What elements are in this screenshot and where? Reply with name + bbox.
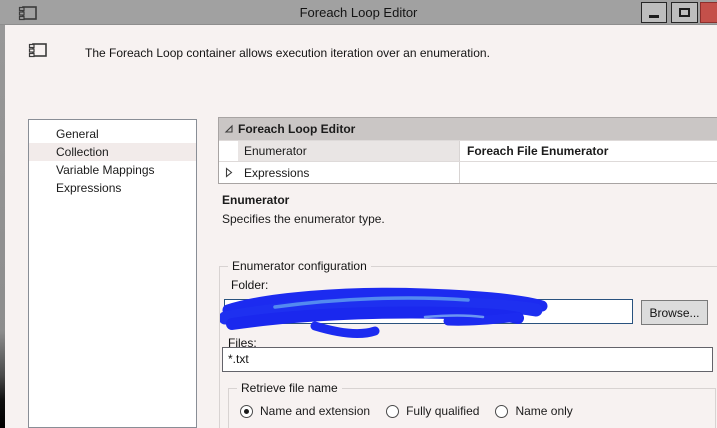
radio-icon[interactable] <box>240 404 253 418</box>
minimize-icon <box>649 14 659 18</box>
category-expanded-icon[interactable] <box>224 124 234 134</box>
radio-label: Name and extension <box>260 404 371 418</box>
radio-icon[interactable] <box>386 404 400 418</box>
radio-option-name-only[interactable]: Name only <box>495 404 573 418</box>
radio-icon[interactable] <box>495 404 509 418</box>
maximize-icon <box>679 8 690 17</box>
sidebar-item-variable-mappings[interactable]: Variable Mappings <box>29 161 196 179</box>
retrieve-options: Name and extension Fully qualified Name … <box>240 404 573 418</box>
property-name: Expressions <box>244 165 310 180</box>
property-description-text: Specifies the enumerator type. <box>222 212 385 226</box>
property-value[interactable]: Foreach File Enumerator <box>459 141 717 161</box>
property-category-row[interactable]: Foreach Loop Editor <box>219 118 717 140</box>
property-category-label: Foreach Loop Editor <box>238 122 356 136</box>
sidebar-item-expressions[interactable]: Expressions <box>29 179 196 197</box>
radio-option-name-and-extension[interactable]: Name and extension <box>240 404 370 418</box>
radio-label: Fully qualified <box>406 404 480 418</box>
folder-input[interactable] <box>224 299 633 324</box>
close-button[interactable] <box>700 2 717 23</box>
browse-button[interactable]: Browse... <box>641 300 708 325</box>
window-title: Foreach Loop Editor <box>299 5 418 20</box>
row-collapsed-icon[interactable] <box>224 167 233 178</box>
files-input[interactable]: *.txt <box>222 347 713 372</box>
sidebar-item-general[interactable]: General <box>29 125 196 143</box>
property-grid: Foreach Loop Editor Enumerator Foreach F… <box>218 117 717 184</box>
dialog-description: The Foreach Loop container allows execut… <box>85 46 490 60</box>
group-label: Enumerator configuration <box>228 259 371 273</box>
radio-option-fully-qualified[interactable]: Fully qualified <box>386 404 479 418</box>
folder-label: Folder: <box>231 278 269 292</box>
property-description-title: Enumerator <box>222 193 290 207</box>
window-edge-strip <box>0 25 5 428</box>
browse-button-label: Browse... <box>649 305 700 320</box>
retrieve-file-name-group: Retrieve file name Name and extension Fu… <box>228 381 716 428</box>
enumerator-configuration-group: Enumerator configuration Folder: Browse.… <box>219 259 717 428</box>
radio-label: Name only <box>515 404 573 418</box>
sidebar-item-collection[interactable]: Collection <box>29 143 196 161</box>
group-label: Retrieve file name <box>237 381 342 395</box>
property-row-expressions[interactable]: Expressions <box>219 161 717 183</box>
property-name: Enumerator <box>238 141 459 161</box>
page-list: General Collection Variable Mappings Exp… <box>28 119 197 428</box>
foreach-loop-editor-dialog: Foreach Loop Editor The Foreach Loop con… <box>0 0 717 428</box>
property-description-panel: Enumerator Specifies the enumerator type… <box>222 193 702 226</box>
titlebar[interactable]: Foreach Loop Editor <box>0 0 717 25</box>
maximize-button[interactable] <box>671 2 698 23</box>
minimize-button[interactable] <box>641 2 667 23</box>
property-value[interactable] <box>459 162 717 183</box>
property-row-enumerator[interactable]: Enumerator Foreach File Enumerator <box>219 140 717 161</box>
foreach-container-icon <box>28 43 47 58</box>
